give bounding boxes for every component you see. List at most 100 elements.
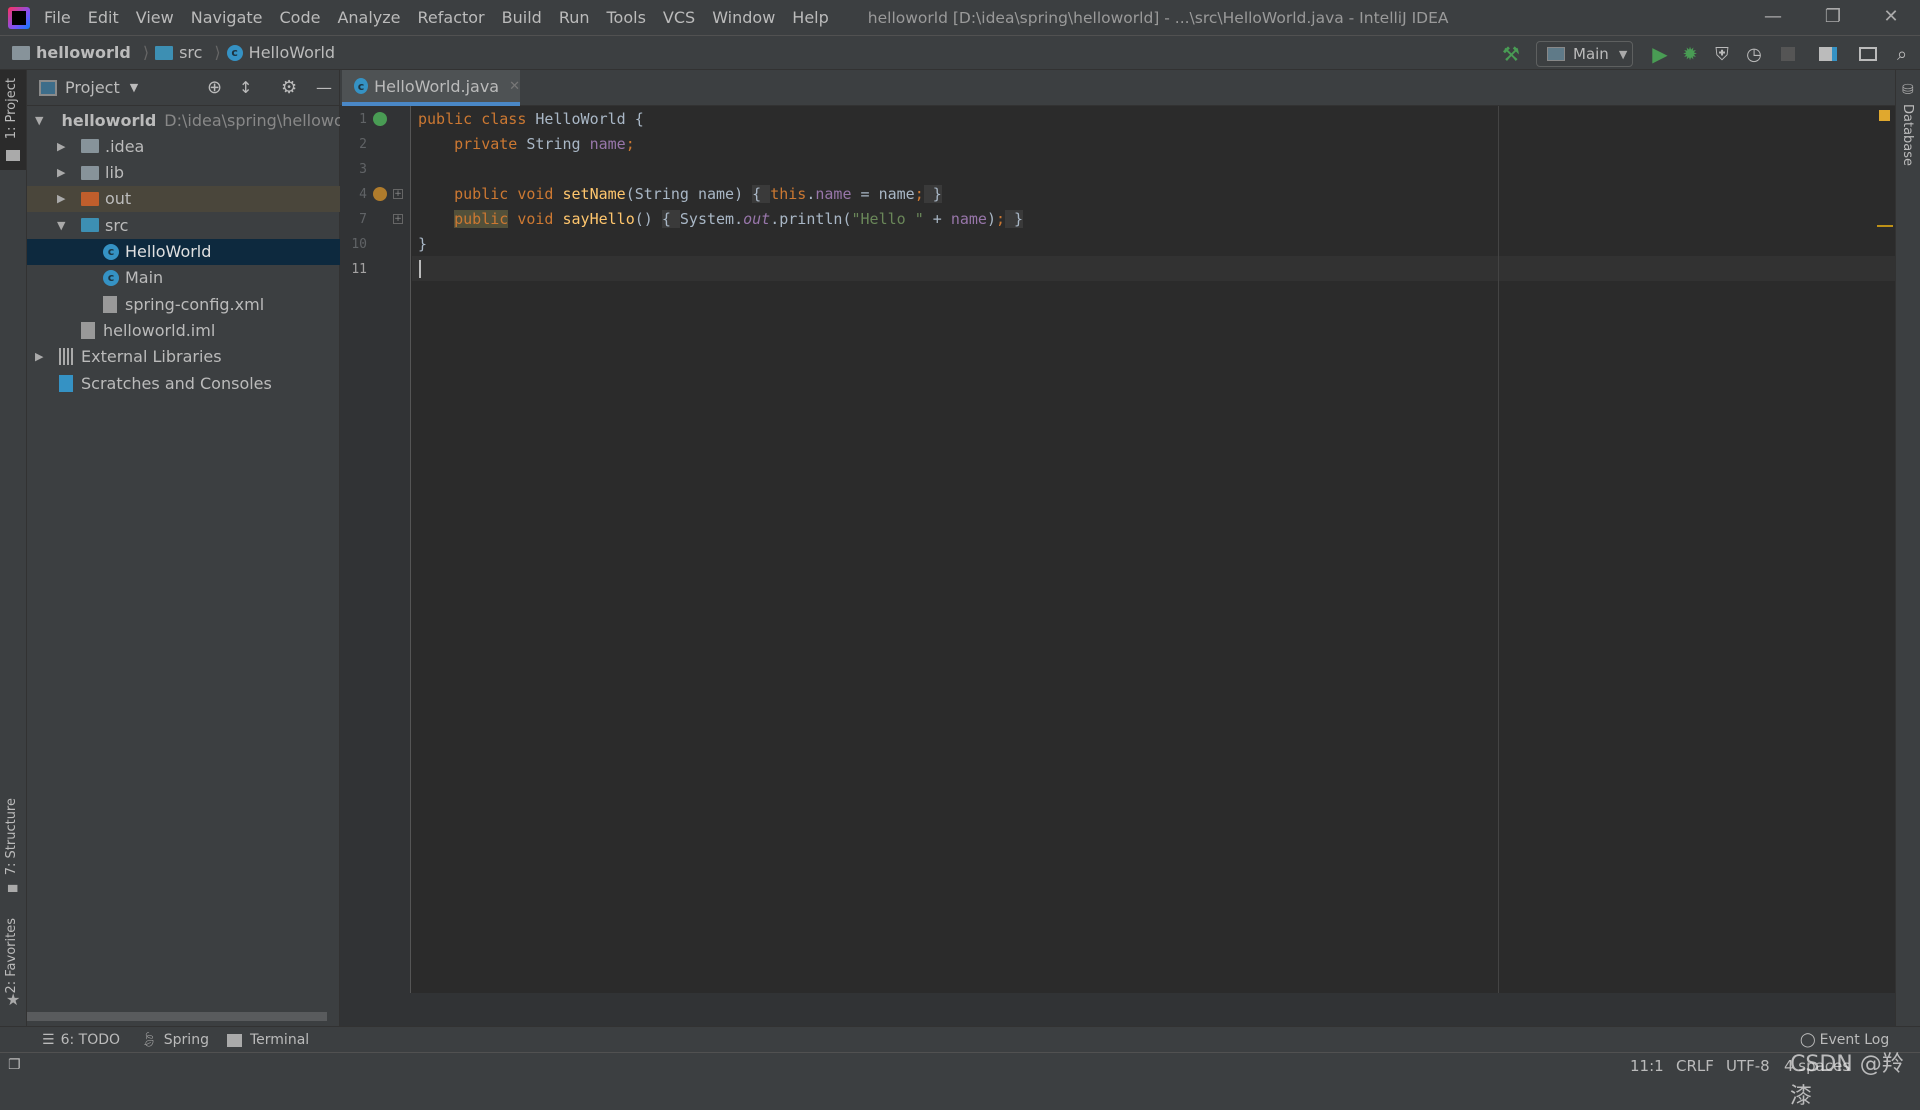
menu-vcs[interactable]: VCS xyxy=(663,8,695,27)
menu-analyze[interactable]: Analyze xyxy=(337,8,400,27)
error-stripe-mark[interactable] xyxy=(1877,225,1893,227)
menu-tools[interactable]: Tools xyxy=(607,8,646,27)
code-token: ) xyxy=(986,210,996,228)
tree-item-label: out xyxy=(105,189,132,209)
fold-expand-icon[interactable]: + xyxy=(393,189,403,199)
tree-item[interactable]: ▼ src xyxy=(27,212,340,238)
code-line: } xyxy=(418,232,427,257)
title-bar: File Edit View Navigate Code Analyze Refactor B… xyxy=(0,0,1920,36)
tree-item[interactable]: helloworld.iml xyxy=(27,317,340,343)
line-number: 11 xyxy=(351,262,367,277)
tab-helloworld-java[interactable]: c HelloWorld.java ✕ xyxy=(342,70,520,106)
line-number: 7 xyxy=(359,212,367,227)
project-tool-button[interactable]: 1: Project xyxy=(0,70,26,170)
profile-icon[interactable]: ◷ xyxy=(1742,42,1766,66)
menu-file[interactable]: File xyxy=(44,8,71,27)
file-encoding[interactable]: UTF-8 xyxy=(1726,1057,1770,1075)
menu-window[interactable]: Window xyxy=(712,8,775,27)
spring-property-gutter-icon[interactable] xyxy=(373,187,387,201)
todo-tool-button[interactable]: ☰ 6: TODO xyxy=(42,1032,120,1048)
code-token: System. xyxy=(679,210,744,228)
tree-item-label: HelloWorld xyxy=(125,242,212,261)
line-number: 3 xyxy=(359,162,367,177)
expand-arrow-closed-icon[interactable]: ▶ xyxy=(57,140,69,153)
database-tool-button[interactable]: Database xyxy=(1900,104,1915,166)
structure-tool-button[interactable]: 7: Structure xyxy=(4,798,19,875)
breadcrumb-helloworld[interactable]: helloworld xyxy=(12,43,131,62)
tree-item[interactable]: Scratches and Consoles xyxy=(27,370,340,396)
code-token: } xyxy=(923,185,942,203)
code-token: ; xyxy=(625,135,635,153)
code-editor[interactable]: 1 2 3 4 7 10 11 + + public class HelloWorld { pr… xyxy=(340,106,1895,993)
stop-icon[interactable] xyxy=(1776,42,1800,66)
presentation-icon[interactable] xyxy=(1856,42,1880,66)
minimize-button[interactable]: — xyxy=(1758,6,1788,27)
tree-item[interactable]: spring-config.xml xyxy=(27,291,340,317)
menu-code[interactable]: Code xyxy=(280,8,321,27)
hide-panel-icon[interactable]: — xyxy=(316,78,332,97)
menu-bar: File Edit View Navigate Code Analyze Refactor B… xyxy=(44,8,846,27)
tree-item[interactable]: c Main xyxy=(27,265,340,291)
run-configuration-select[interactable]: Main ▼ xyxy=(1536,41,1633,67)
code-token: HelloWorld { xyxy=(535,110,644,128)
code-token: name xyxy=(589,135,626,153)
analysis-status-icon[interactable] xyxy=(1879,110,1890,121)
toggle-tool-windows-icon[interactable]: ❐ xyxy=(8,1057,21,1073)
gear-icon[interactable]: ⚙ xyxy=(281,77,297,98)
project-structure-icon[interactable] xyxy=(1816,42,1840,66)
source-folder-icon xyxy=(155,45,174,60)
project-view-select[interactable]: Project xyxy=(65,78,120,97)
menu-view[interactable]: View xyxy=(136,8,174,27)
menu-help[interactable]: Help xyxy=(792,8,828,27)
coverage-icon[interactable]: ⛨ xyxy=(1710,42,1734,66)
expand-arrow-open-icon[interactable]: ▼ xyxy=(57,219,69,232)
breadcrumb-label: src xyxy=(179,43,203,62)
module-path: D:\idea\spring\helloworld xyxy=(164,110,340,130)
breadcrumb-label: helloworld xyxy=(36,43,131,62)
breadcrumb-label: HelloWorld xyxy=(248,43,336,62)
expand-arrow-closed-icon[interactable]: ▶ xyxy=(57,192,69,205)
expand-arrow-closed-icon[interactable]: ▶ xyxy=(35,350,47,363)
tree-item[interactable]: ▼ helloworld D:\idea\spring\helloworld xyxy=(27,107,340,133)
tree-item[interactable]: ▶ .idea xyxy=(27,133,340,159)
close-button[interactable]: ✕ xyxy=(1876,6,1906,27)
menu-refactor[interactable]: Refactor xyxy=(418,8,485,27)
menu-build[interactable]: Build xyxy=(502,8,542,27)
horizontal-scrollbar[interactable] xyxy=(27,1012,327,1021)
menu-navigate[interactable]: Navigate xyxy=(191,8,263,27)
restore-button[interactable]: ❐ xyxy=(1818,6,1848,27)
terminal-tool-button[interactable]: Terminal xyxy=(227,1032,309,1048)
watermark: CSDN @羚漆 xyxy=(1790,1052,1904,1109)
right-margin-guide xyxy=(1498,106,1499,993)
tree-item-label: Scratches and Consoles xyxy=(81,373,272,393)
tree-item[interactable]: ▶ External Libraries xyxy=(27,344,340,370)
run-icon[interactable]: ▶ xyxy=(1648,42,1672,66)
debug-icon[interactable]: ✹ xyxy=(1678,42,1702,66)
fold-expand-icon[interactable]: + xyxy=(393,214,403,224)
menu-edit[interactable]: Edit xyxy=(88,8,119,27)
excluded-folder-icon xyxy=(81,191,99,206)
expand-arrow-closed-icon[interactable]: ▶ xyxy=(57,166,69,179)
expand-arrow-open-icon[interactable]: ▼ xyxy=(35,114,43,127)
line-separator[interactable]: CRLF xyxy=(1676,1057,1714,1075)
code-line: public void sayHello() { System.out.prin… xyxy=(418,207,1024,232)
line-number: 1 xyxy=(359,112,367,127)
tree-item[interactable]: ▶ lib xyxy=(27,160,340,186)
breadcrumb-helloworld-class[interactable]: c HelloWorld xyxy=(226,43,336,62)
favorites-tool-button[interactable]: 2: Favorites xyxy=(4,918,19,994)
tree-item[interactable]: ▶ out xyxy=(27,185,340,212)
breadcrumb-src[interactable]: src xyxy=(155,43,202,62)
menu-run[interactable]: Run xyxy=(559,8,590,27)
spring-tool-button[interactable]: 🍃︎ Spring xyxy=(140,1032,209,1048)
application-icon xyxy=(1547,47,1565,61)
locate-file-icon[interactable]: ⊕ xyxy=(207,77,222,98)
search-icon[interactable]: ⌕ xyxy=(1890,42,1914,66)
close-tab-icon[interactable]: ✕ xyxy=(509,79,520,94)
caret-position[interactable]: 11:1 xyxy=(1630,1057,1664,1075)
collapse-all-icon[interactable]: ↕ xyxy=(239,78,252,97)
class-gutter-icon[interactable] xyxy=(373,112,387,126)
code-token: + xyxy=(923,210,951,228)
build-hammer-icon[interactable]: ⚒ xyxy=(1498,42,1524,66)
tree-item[interactable]: c HelloWorld xyxy=(27,238,340,265)
